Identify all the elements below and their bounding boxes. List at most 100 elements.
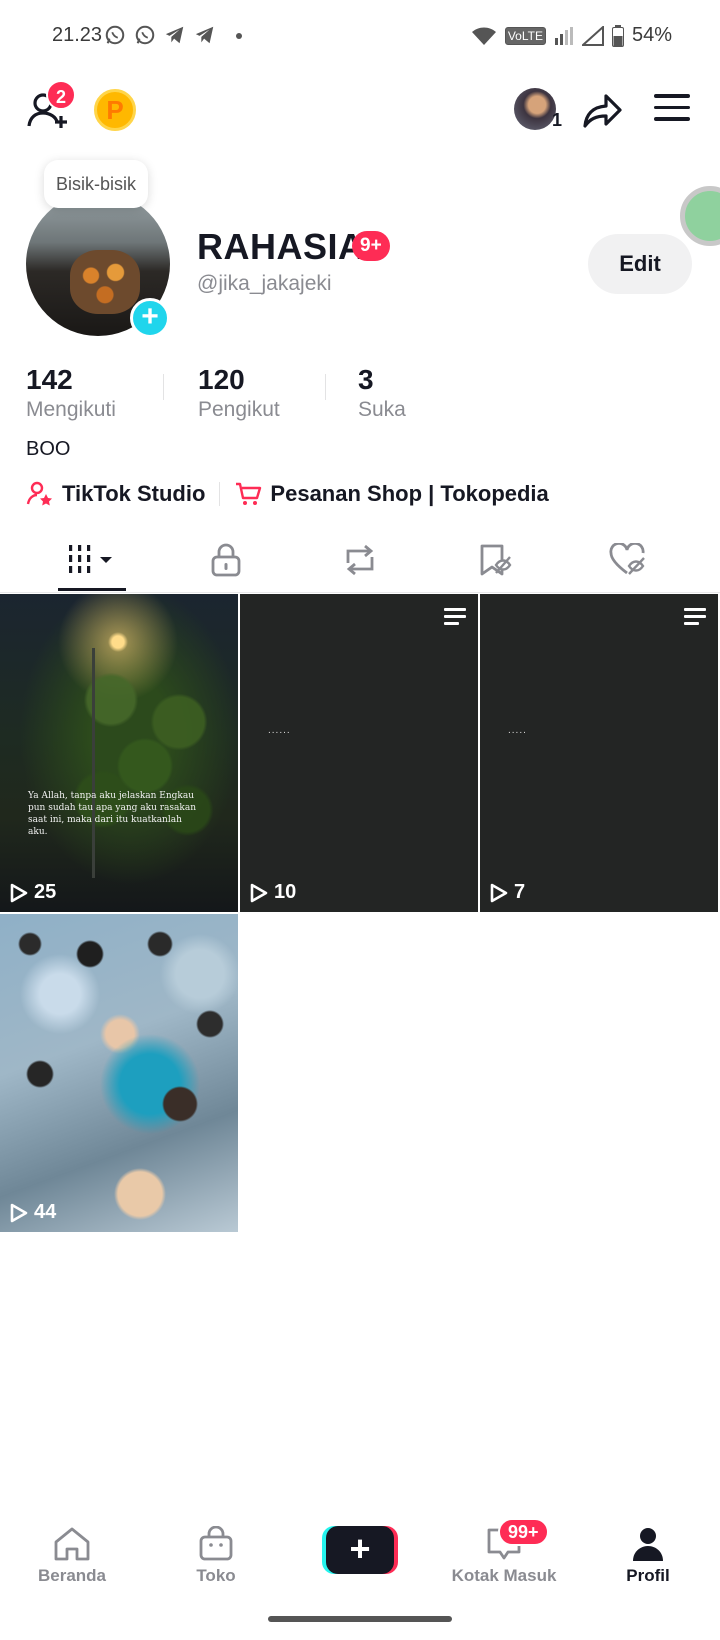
following-count: 142 xyxy=(26,364,73,395)
story-avatar[interactable] xyxy=(514,88,556,130)
likes-label: Suka xyxy=(358,398,406,421)
nav-shop-label: Toko xyxy=(196,1566,236,1585)
person-star-icon xyxy=(26,481,52,506)
view-count: 7 xyxy=(490,881,525,904)
tab-videos[interactable] xyxy=(20,528,164,592)
shop-orders-label: Pesanan Shop | Tokopedia xyxy=(270,481,549,506)
nav-home[interactable]: Beranda xyxy=(0,1518,144,1608)
tab-private[interactable] xyxy=(154,528,298,592)
system-icons: VoLTE 54% xyxy=(471,24,672,47)
profile-icon xyxy=(633,1528,663,1561)
tab-favorites[interactable] xyxy=(422,528,566,592)
video-tile[interactable]: 44 xyxy=(0,914,238,1232)
followers-count: 120 xyxy=(198,364,245,395)
signal-icon xyxy=(554,26,573,45)
links-divider xyxy=(219,482,221,506)
photo-carousel-icon xyxy=(444,608,466,626)
lock-icon xyxy=(211,543,241,577)
home-gesture-bar[interactable] xyxy=(268,1616,452,1622)
friend-request-badge: 2 xyxy=(46,80,76,110)
wifi-icon xyxy=(471,27,496,45)
floating-side-button[interactable] xyxy=(680,186,720,246)
profile-links: TikTok Studio Pesanan Shop | Tokopedia xyxy=(26,478,549,510)
plus-icon: + xyxy=(326,1526,394,1574)
view-count-value: 25 xyxy=(34,881,57,903)
video-caption-overlay: Ya Allah, tanpa aku jelaskan Engkau pun … xyxy=(28,791,197,837)
inbox-badge: 99+ xyxy=(498,1518,549,1546)
stat-likes[interactable]: 3 Suka xyxy=(358,364,406,422)
more-notifications-dot xyxy=(236,33,242,39)
view-count-value: 44 xyxy=(34,1201,57,1223)
story-count: 1 xyxy=(552,110,563,130)
view-count: 44 xyxy=(10,1201,56,1224)
telegram-icon xyxy=(165,26,184,44)
video-tile[interactable]: ..... 7 xyxy=(480,594,718,912)
active-tab-indicator xyxy=(58,588,126,591)
nav-inbox-label: Kotak Masuk xyxy=(451,1566,557,1585)
video-text-overlay: ...... xyxy=(268,725,291,736)
video-tile[interactable]: ...... 10 xyxy=(240,594,478,912)
tabs-divider xyxy=(0,592,720,593)
stat-divider xyxy=(163,374,164,400)
bottom-navigation: Beranda Toko + Kotak Masuk 99+ Profil xyxy=(0,1518,720,1608)
content-tabs xyxy=(0,528,720,592)
stat-followers[interactable]: 120 Pengikut xyxy=(198,364,280,422)
followers-label: Pengikut xyxy=(198,398,280,421)
video-thumbnail-crowd xyxy=(0,914,238,1232)
coin-icon[interactable]: P xyxy=(94,89,136,131)
telegram-icon xyxy=(195,26,214,44)
tab-reposts[interactable] xyxy=(288,528,432,592)
video-thumbnail-lamp-post xyxy=(92,648,95,878)
likes-count: 3 xyxy=(358,364,374,395)
nav-shop[interactable]: Toko xyxy=(144,1518,288,1608)
play-icon xyxy=(490,883,508,902)
create-button[interactable]: + xyxy=(322,1526,398,1574)
menu-icon[interactable] xyxy=(654,94,690,126)
bio-text: BOO xyxy=(26,438,71,460)
whatsapp-icon xyxy=(105,25,125,45)
shop-orders-link[interactable]: Pesanan Shop | Tokopedia xyxy=(234,480,549,508)
video-tile[interactable]: Ya Allah, tanpa aku jelaskan Engkau pun … xyxy=(0,594,238,912)
profile-header-bar: 2 P 1 xyxy=(0,80,720,144)
note-bubble[interactable]: Bisik-bisik xyxy=(44,160,149,208)
video-text-overlay: ..... xyxy=(508,725,527,736)
bookmark-icon xyxy=(480,544,512,576)
share-icon[interactable] xyxy=(582,90,624,132)
view-count: 10 xyxy=(250,881,296,904)
heart-icon xyxy=(609,543,645,575)
play-icon xyxy=(10,1203,28,1222)
home-icon xyxy=(54,1527,90,1561)
battery-icon xyxy=(611,24,624,47)
status-bar: 21.23 VoLTE 54% xyxy=(0,0,720,72)
signal-empty-icon xyxy=(581,25,604,46)
battery-level: 54% xyxy=(631,24,672,46)
grid-icon xyxy=(69,545,112,573)
name-notification-badge[interactable]: 9+ xyxy=(352,231,390,261)
play-icon xyxy=(250,883,268,902)
tab-liked[interactable] xyxy=(556,528,700,592)
avatar-photo-bouquet xyxy=(70,250,140,314)
following-label: Mengikuti xyxy=(26,398,116,421)
view-count-value: 7 xyxy=(514,881,526,903)
stat-divider xyxy=(325,374,326,400)
nav-profile[interactable]: Profil xyxy=(576,1518,720,1608)
tiktok-studio-link[interactable]: TikTok Studio xyxy=(26,480,205,508)
nav-profile-label: Profil xyxy=(626,1566,670,1585)
shop-bag-icon xyxy=(199,1526,233,1561)
cart-icon xyxy=(236,482,262,505)
tiktok-studio-label: TikTok Studio xyxy=(62,481,206,506)
view-count: 25 xyxy=(10,881,56,904)
photo-carousel-icon xyxy=(684,608,706,626)
stat-following[interactable]: 142 Mengikuti xyxy=(26,364,116,422)
play-icon xyxy=(10,883,28,902)
whatsapp-icon xyxy=(135,25,155,45)
status-time: 21.23 xyxy=(52,24,103,46)
view-count-value: 10 xyxy=(274,881,297,903)
volte-indicator: VoLTE xyxy=(504,26,546,45)
display-name: RAHASIA xyxy=(197,226,365,267)
edit-profile-button[interactable]: Edit xyxy=(588,234,692,294)
notification-icons xyxy=(104,24,242,46)
add-story-button[interactable]: + xyxy=(130,298,170,338)
repost-icon xyxy=(346,544,374,576)
username: @jika_jakajeki xyxy=(197,272,332,295)
